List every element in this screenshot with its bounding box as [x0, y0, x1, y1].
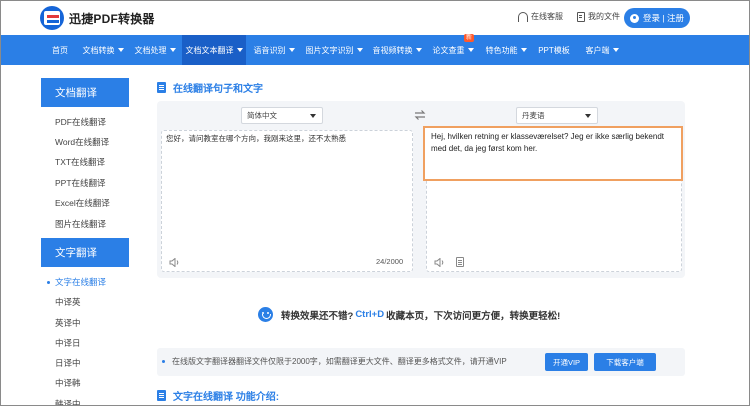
- caret-down-icon: [356, 48, 363, 52]
- source-text-area[interactable]: [161, 130, 413, 272]
- caret-down-icon: [467, 48, 474, 52]
- nav-av-convert[interactable]: 音视频转换: [368, 35, 426, 65]
- nav-label: 文档转换: [82, 45, 115, 55]
- nav-label: 首页: [52, 45, 68, 55]
- download-client-button[interactable]: 下载客户端: [594, 353, 656, 371]
- login-register-button[interactable]: 登录 | 注册: [624, 8, 690, 28]
- brand-logo[interactable]: 迅捷PDF转换器: [40, 6, 155, 30]
- active-dot: [47, 280, 50, 284]
- sidebar-doc-translate-header[interactable]: 文档翻译: [41, 78, 129, 107]
- caret-down-icon: [415, 48, 422, 52]
- logo-icon: [40, 6, 64, 30]
- document-icon: [577, 11, 585, 22]
- target-language-select[interactable]: 丹麦语: [516, 107, 598, 124]
- caret-down-icon: [169, 48, 176, 52]
- caret-down-icon: [520, 48, 527, 52]
- vip-notice: 在线版文字翻译器翻译文件仅限于2000字，如需翻译更大文件、翻译更多格式文件，请…: [162, 356, 507, 367]
- nav-label: 文档文本翻译: [185, 45, 234, 55]
- nav-label: 论文查重: [432, 45, 465, 55]
- login-register-label: 登录 | 注册: [643, 13, 684, 23]
- nav-doc-convert[interactable]: 文档转换: [78, 35, 128, 65]
- caret-down-icon: [236, 48, 243, 52]
- source-language-value: 简体中文: [247, 111, 277, 120]
- promo-text-after: 收藏本页，下次访问更方便，转换更轻松!: [386, 310, 561, 322]
- nav-doc-translate[interactable]: 文档文本翻译: [182, 35, 246, 65]
- sidebar-item-ja-zh[interactable]: 日译中: [41, 353, 129, 373]
- nav-label: 图片文字识别: [305, 45, 354, 55]
- document-icon: [157, 82, 166, 93]
- nav-label: 特色功能: [485, 45, 518, 55]
- sidebar-item-text-online[interactable]: 文字在线翻译: [41, 272, 129, 292]
- sidebar-item-pdf[interactable]: PDF在线翻译: [41, 112, 129, 132]
- section-title: 在线翻译句子和文字: [157, 80, 263, 95]
- chevron-down-icon: [585, 114, 591, 118]
- nav-label: 客户端: [585, 45, 610, 55]
- document-icon: [157, 390, 166, 401]
- nav-ppt-templates[interactable]: PPT模板: [534, 35, 574, 65]
- bullet-icon: [162, 360, 165, 363]
- nav-image-ocr[interactable]: 图片文字识别: [302, 35, 366, 65]
- nav-home[interactable]: 首页: [44, 35, 76, 65]
- sidebar-item-zh-en[interactable]: 中译英: [41, 292, 129, 312]
- speaker-icon[interactable]: [169, 258, 180, 267]
- nav-features[interactable]: 特色功能: [480, 35, 532, 65]
- online-service-link[interactable]: 在线客服: [518, 11, 563, 22]
- sidebar-item-zh-ja[interactable]: 中译日: [41, 333, 129, 353]
- intro-title-text: 文字在线翻译 功能介绍:: [173, 392, 280, 403]
- main-nav: 首页 文档转换 文档处理 文档文本翻译 语音识别 图片文字识别 音视频转换 论文…: [0, 34, 750, 65]
- sidebar-item-zh-ko[interactable]: 中译韩: [41, 373, 129, 393]
- source-text: 您好，请问教室在哪个方向，我刚来这里，还不太熟悉: [166, 134, 346, 143]
- caret-down-icon: [117, 48, 124, 52]
- vip-notice-text: 在线版文字翻译器翻译文件仅限于2000字，如需翻译更大文件、翻译更多格式文件，请…: [172, 357, 507, 366]
- nav-label: 文档处理: [134, 45, 167, 55]
- brand-name: 迅捷PDF转换器: [69, 11, 155, 26]
- sidebar-item-txt[interactable]: TXT在线翻译: [41, 152, 129, 172]
- bookmark-promo: 转换效果还不错? Ctrl+D 收藏本页，下次访问更方便，转换更轻松!: [258, 307, 560, 322]
- caret-down-icon: [612, 48, 619, 52]
- swap-languages-icon[interactable]: [414, 109, 426, 121]
- smile-icon: [258, 307, 273, 322]
- intro-title: 文字在线翻译 功能介绍:: [157, 388, 279, 403]
- sidebar-item-ko-zh[interactable]: 韩译中: [41, 394, 129, 406]
- nav-label: 语音识别: [253, 45, 286, 55]
- target-language-value: 丹麦语: [522, 111, 545, 120]
- promo-shortcut: Ctrl+D: [355, 309, 385, 320]
- top-header: 迅捷PDF转换器 在线客服 我的文件 登录 | 注册: [0, 0, 750, 35]
- copy-icon[interactable]: [456, 257, 464, 267]
- nav-doc-process[interactable]: 文档处理: [130, 35, 180, 65]
- sidebar-item-ppt[interactable]: PPT在线翻译: [41, 173, 129, 193]
- sidebar-item-en-zh[interactable]: 英译中: [41, 313, 129, 333]
- speaker-icon[interactable]: [434, 258, 445, 267]
- output-text: Hej, hvilken retning er klasseværelset? …: [431, 132, 664, 153]
- nav-paper-check[interactable]: 论文查重 新: [428, 34, 478, 65]
- sidebar-item-image[interactable]: 图片在线翻译: [41, 214, 129, 234]
- chevron-down-icon: [310, 114, 316, 118]
- nav-label: 音视频转换: [372, 45, 413, 55]
- nav-client[interactable]: 客户端: [580, 35, 624, 65]
- sidebar-item-word[interactable]: Word在线翻译: [41, 132, 129, 152]
- source-language-select[interactable]: 简体中文: [241, 107, 323, 124]
- caret-down-icon: [288, 48, 295, 52]
- my-files-label: 我的文件: [588, 12, 620, 21]
- my-files-link[interactable]: 我的文件: [577, 11, 620, 22]
- headset-icon: [518, 11, 528, 22]
- sidebar-item-excel[interactable]: Excel在线翻译: [41, 193, 129, 213]
- user-icon: [630, 13, 640, 23]
- sidebar-item-label: 文字在线翻译: [55, 277, 107, 287]
- nav-label: PPT模板: [538, 45, 570, 55]
- new-badge: 新: [464, 34, 475, 42]
- sidebar-text-translate-header[interactable]: 文字翻译: [41, 238, 129, 267]
- nav-speech-recognition[interactable]: 语音识别: [248, 35, 300, 65]
- section-title-text: 在线翻译句子和文字: [173, 84, 263, 95]
- char-counter: 24/2000: [376, 257, 404, 266]
- promo-text-before: 转换效果还不错?: [281, 310, 354, 322]
- open-vip-button[interactable]: 开通VIP: [545, 353, 588, 371]
- online-service-label: 在线客服: [531, 12, 563, 21]
